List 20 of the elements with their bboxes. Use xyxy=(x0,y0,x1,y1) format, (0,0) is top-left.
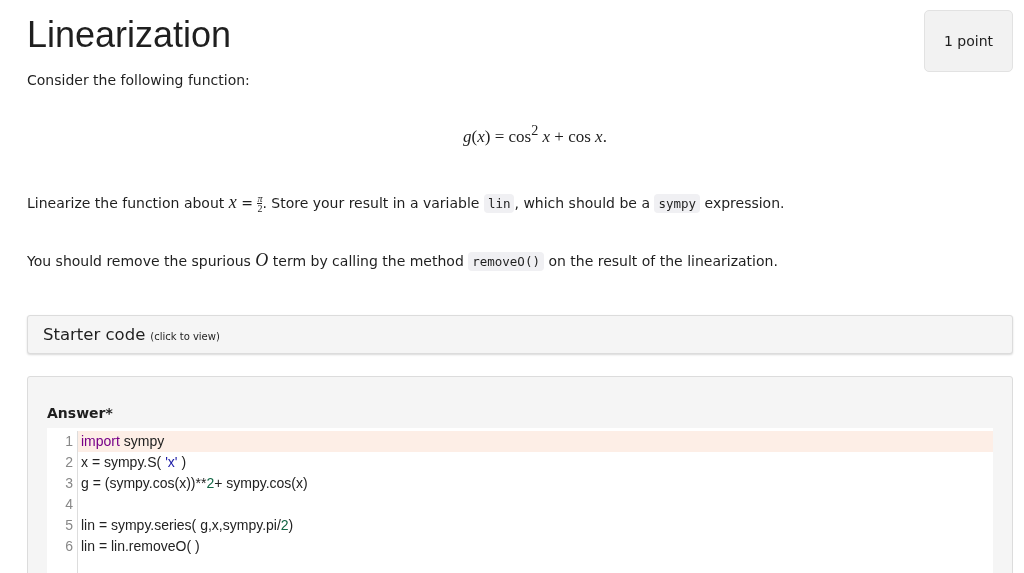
code-line: x = sympy.S( 'x' ) xyxy=(80,452,188,472)
click-hint: (click to view) xyxy=(150,330,220,342)
points-badge: 1 point xyxy=(923,10,1013,72)
starter-code-toggle[interactable]: Starter code (click to view) xyxy=(27,314,1013,354)
code-line: lin = lin.removeO( ) xyxy=(80,536,201,556)
line-number: 1 xyxy=(64,431,73,451)
code-line: g = (sympy.cos(x))**2+ sympy.cos(x) xyxy=(80,473,309,493)
answer-label: Answer* xyxy=(47,404,114,421)
line-number: 3 xyxy=(64,473,73,493)
line-number: 2 xyxy=(64,452,73,472)
instruction-text: You should remove the spurious O term by calling the method removeO() on the result of the linearization. xyxy=(27,248,779,273)
page-title: Linearization xyxy=(27,14,232,56)
equation: g(x) = cos$^{2}$ x + cos x. xyxy=(463,126,607,146)
line-number: 6 xyxy=(64,536,73,556)
intro-text: Consider the following function: xyxy=(27,72,251,88)
code-editor[interactable]: 1 2 3 4 5 6 import sympy x = sympy.S( 'x' ) g = (sympy.cos(x))**2+ sympy.cos(x) lin = sympy.series( g,x,sympy.pi/2) lin = lin.removeO( ) xyxy=(47,427,993,573)
line-number: 5 xyxy=(64,515,73,535)
code-line: lin = sympy.series( g,x,sympy.pi/2) xyxy=(80,515,295,535)
starter-code-title: Starter code xyxy=(43,324,146,344)
line-number: 4 xyxy=(64,494,73,514)
